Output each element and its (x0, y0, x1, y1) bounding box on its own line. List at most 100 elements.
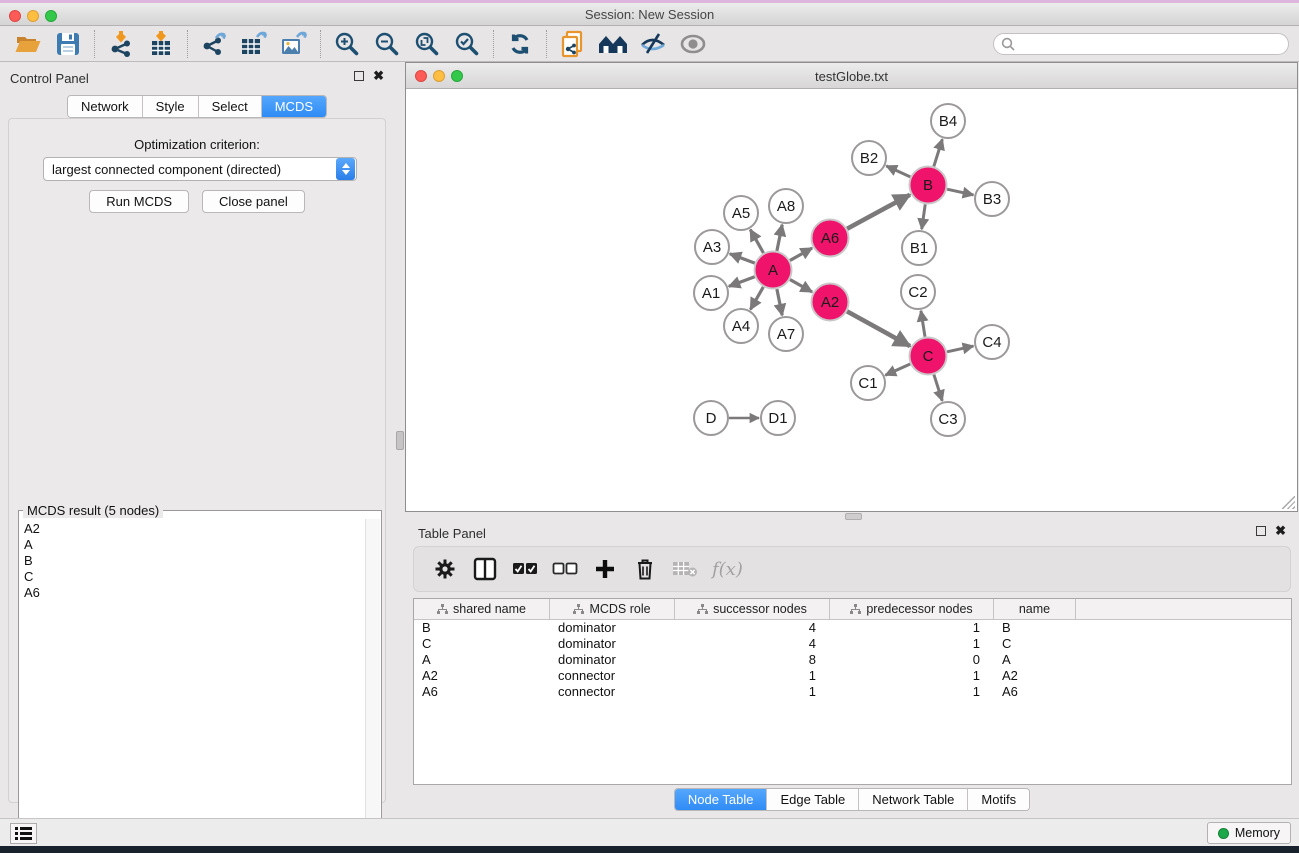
table-row[interactable]: Cdominator41C (414, 636, 1291, 652)
table-cell[interactable]: B (414, 620, 550, 636)
graph-node-C[interactable]: C (910, 338, 947, 375)
graph-edge-A-A2[interactable] (790, 280, 812, 292)
tab-style[interactable]: Style (143, 96, 199, 117)
table-cell[interactable]: 1 (830, 620, 994, 636)
show-column-selector-button[interactable] (472, 554, 498, 584)
graph-node-D1[interactable]: D1 (761, 401, 795, 435)
delete-columns-button[interactable] (632, 554, 658, 584)
graph-node-A2[interactable]: A2 (812, 284, 849, 321)
new-network-from-selection-button[interactable] (553, 28, 593, 60)
table-row[interactable]: Bdominator41B (414, 620, 1291, 636)
graph-edge-A-A8[interactable] (777, 225, 782, 251)
graph-node-C2[interactable]: C2 (901, 275, 935, 309)
table-cell[interactable]: A (414, 652, 550, 668)
table-cell[interactable]: 1 (830, 668, 994, 684)
float-table-panel-icon[interactable] (1256, 526, 1266, 536)
search-input[interactable] (993, 33, 1289, 55)
table-cell[interactable]: A2 (414, 668, 550, 684)
network-table-splitter-handle[interactable] (845, 513, 862, 520)
float-panel-icon[interactable] (354, 71, 364, 81)
hide-selected-button[interactable] (633, 28, 673, 60)
table-cell[interactable]: dominator (550, 636, 675, 652)
table-cell[interactable]: 4 (675, 620, 830, 636)
table-cell[interactable]: dominator (550, 652, 675, 668)
show-all-button[interactable] (673, 28, 713, 60)
graph-node-B4[interactable]: B4 (931, 104, 965, 138)
table-cell[interactable]: C (994, 636, 1076, 652)
graph-node-A5[interactable]: A5 (724, 196, 758, 230)
import-table-button[interactable] (141, 28, 181, 60)
tab-network[interactable]: Network (68, 96, 143, 117)
graph-edge-A-A5[interactable] (750, 230, 763, 253)
close-table-panel-icon[interactable]: ✖ (1275, 526, 1286, 536)
graph-edge-A-A1[interactable] (729, 277, 755, 287)
table-cell[interactable]: A6 (994, 684, 1076, 700)
column-header-MCDS-role[interactable]: MCDS role (550, 599, 675, 619)
select-all-columns-button[interactable] (512, 554, 538, 584)
export-network-button[interactable] (194, 28, 234, 60)
graph-edge-C-C4[interactable] (947, 346, 973, 352)
graph-edge-C-C1[interactable] (885, 364, 910, 375)
graph-node-B[interactable]: B (910, 167, 947, 204)
result-list-scrollbar[interactable] (365, 519, 380, 850)
graph-node-A6[interactable]: A6 (812, 220, 849, 257)
graph-node-C1[interactable]: C1 (851, 366, 885, 400)
table-cell[interactable]: 0 (830, 652, 994, 668)
mcds-result-item[interactable]: A (24, 537, 361, 553)
open-session-button[interactable] (8, 28, 48, 60)
table-cell[interactable]: dominator (550, 620, 675, 636)
zoom-selected-button[interactable] (447, 28, 487, 60)
export-image-button[interactable] (274, 28, 314, 60)
mcds-result-item[interactable]: B (24, 553, 361, 569)
graph-node-C4[interactable]: C4 (975, 325, 1009, 359)
criterion-select[interactable]: largest connected component (directed) (43, 157, 357, 181)
table-cell[interactable]: 1 (675, 668, 830, 684)
close-panel-icon[interactable]: ✖ (373, 71, 384, 81)
graph-node-B2[interactable]: B2 (852, 141, 886, 175)
graph-edge-A-A7[interactable] (777, 289, 782, 315)
table-row[interactable]: A2connector11A2 (414, 668, 1291, 684)
tab-edge-table[interactable]: Edge Table (767, 789, 859, 810)
save-session-button[interactable] (48, 28, 88, 60)
first-neighbors-button[interactable] (593, 28, 633, 60)
unselect-all-columns-button[interactable] (552, 554, 578, 584)
graph-edge-B-B4[interactable] (934, 139, 943, 166)
window-resize-grip[interactable] (1282, 496, 1295, 509)
mcds-result-item[interactable]: A2 (24, 521, 361, 537)
graph-node-A8[interactable]: A8 (769, 189, 803, 223)
table-cell[interactable]: 1 (830, 636, 994, 652)
column-header-shared-name[interactable]: shared name (414, 599, 550, 619)
table-cell[interactable]: connector (550, 668, 675, 684)
graph-node-B3[interactable]: B3 (975, 182, 1009, 216)
tab-motifs[interactable]: Motifs (968, 789, 1029, 810)
graph-node-A3[interactable]: A3 (695, 230, 729, 264)
graph-edge-C-C3[interactable] (934, 375, 942, 401)
graph-edge-A-A4[interactable] (750, 287, 763, 310)
table-cell[interactable]: 1 (675, 684, 830, 700)
mcds-result-item[interactable]: C (24, 569, 361, 585)
graph-node-D[interactable]: D (694, 401, 728, 435)
tab-node-table[interactable]: Node Table (675, 789, 768, 810)
table-cell[interactable]: A (994, 652, 1076, 668)
tab-select[interactable]: Select (199, 96, 262, 117)
table-cell[interactable]: C (414, 636, 550, 652)
create-new-column-button[interactable] (592, 554, 618, 584)
import-network-button[interactable] (101, 28, 141, 60)
graph-node-A[interactable]: A (755, 252, 792, 289)
graph-edge-B-B1[interactable] (922, 204, 926, 229)
table-row[interactable]: Adominator80A (414, 652, 1291, 668)
close-panel-button[interactable]: Close panel (202, 190, 305, 213)
network-canvas[interactable]: B4B2BB3A8A5A6A3B1AA1C2A2A4A7C4CC1C3DD1 (407, 90, 1296, 511)
table-cell[interactable]: A2 (994, 668, 1076, 684)
refresh-button[interactable] (500, 28, 540, 60)
zoom-in-button[interactable] (327, 28, 367, 60)
table-settings-button[interactable] (432, 554, 458, 584)
zoom-fit-button[interactable] (407, 28, 447, 60)
graph-edge-A6-B[interactable] (847, 195, 910, 229)
tab-network-table[interactable]: Network Table (859, 789, 968, 810)
table-cell[interactable]: A6 (414, 684, 550, 700)
graph-node-C3[interactable]: C3 (931, 402, 965, 436)
graph-node-A4[interactable]: A4 (724, 309, 758, 343)
column-header-predecessor-nodes[interactable]: predecessor nodes (830, 599, 994, 619)
tab-mcds[interactable]: MCDS (262, 96, 326, 117)
